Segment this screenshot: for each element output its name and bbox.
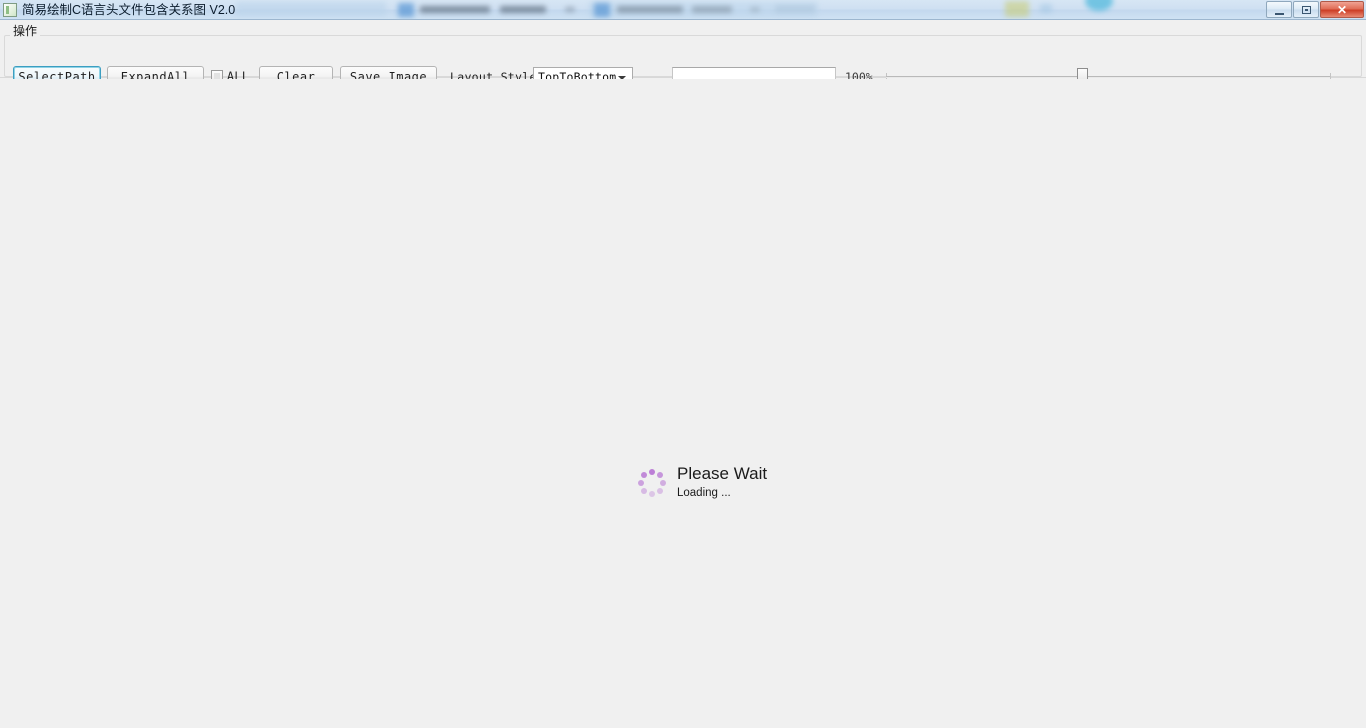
title-bar: 简易绘制C语言头文件包含关系图 V2.0 ✕ <box>0 0 1366 20</box>
minimize-icon <box>1267 2 1291 17</box>
loading-text: Please Wait Loading ... <box>677 464 767 501</box>
window-controls: ✕ <box>1265 1 1364 18</box>
restore-icon <box>1294 2 1318 17</box>
toolbar-panel: 操作 SelectPath ExpandAll ALL Clear Save I… <box>0 21 1366 88</box>
minimize-button[interactable] <box>1266 1 1292 18</box>
loading-title: Please Wait <box>677 464 768 483</box>
app-document-icon <box>3 3 17 17</box>
application-window: 简易绘制C语言头文件包含关系图 V2.0 ✕ 操作 SelectPath Exp… <box>0 0 1366 728</box>
window-title: 简易绘制C语言头文件包含关系图 V2.0 <box>22 3 236 17</box>
diagram-canvas[interactable]: Please Wait Loading ... <box>0 79 1366 728</box>
operations-group-label: 操作 <box>10 24 41 38</box>
loading-indicator: Please Wait Loading ... <box>637 464 767 501</box>
loading-spinner-icon <box>637 468 667 498</box>
loading-subtitle: Loading ... <box>677 487 731 499</box>
close-icon: ✕ <box>1336 2 1348 17</box>
close-button[interactable]: ✕ <box>1320 1 1364 18</box>
slider-track[interactable] <box>886 76 1331 78</box>
restore-button[interactable] <box>1293 1 1319 18</box>
